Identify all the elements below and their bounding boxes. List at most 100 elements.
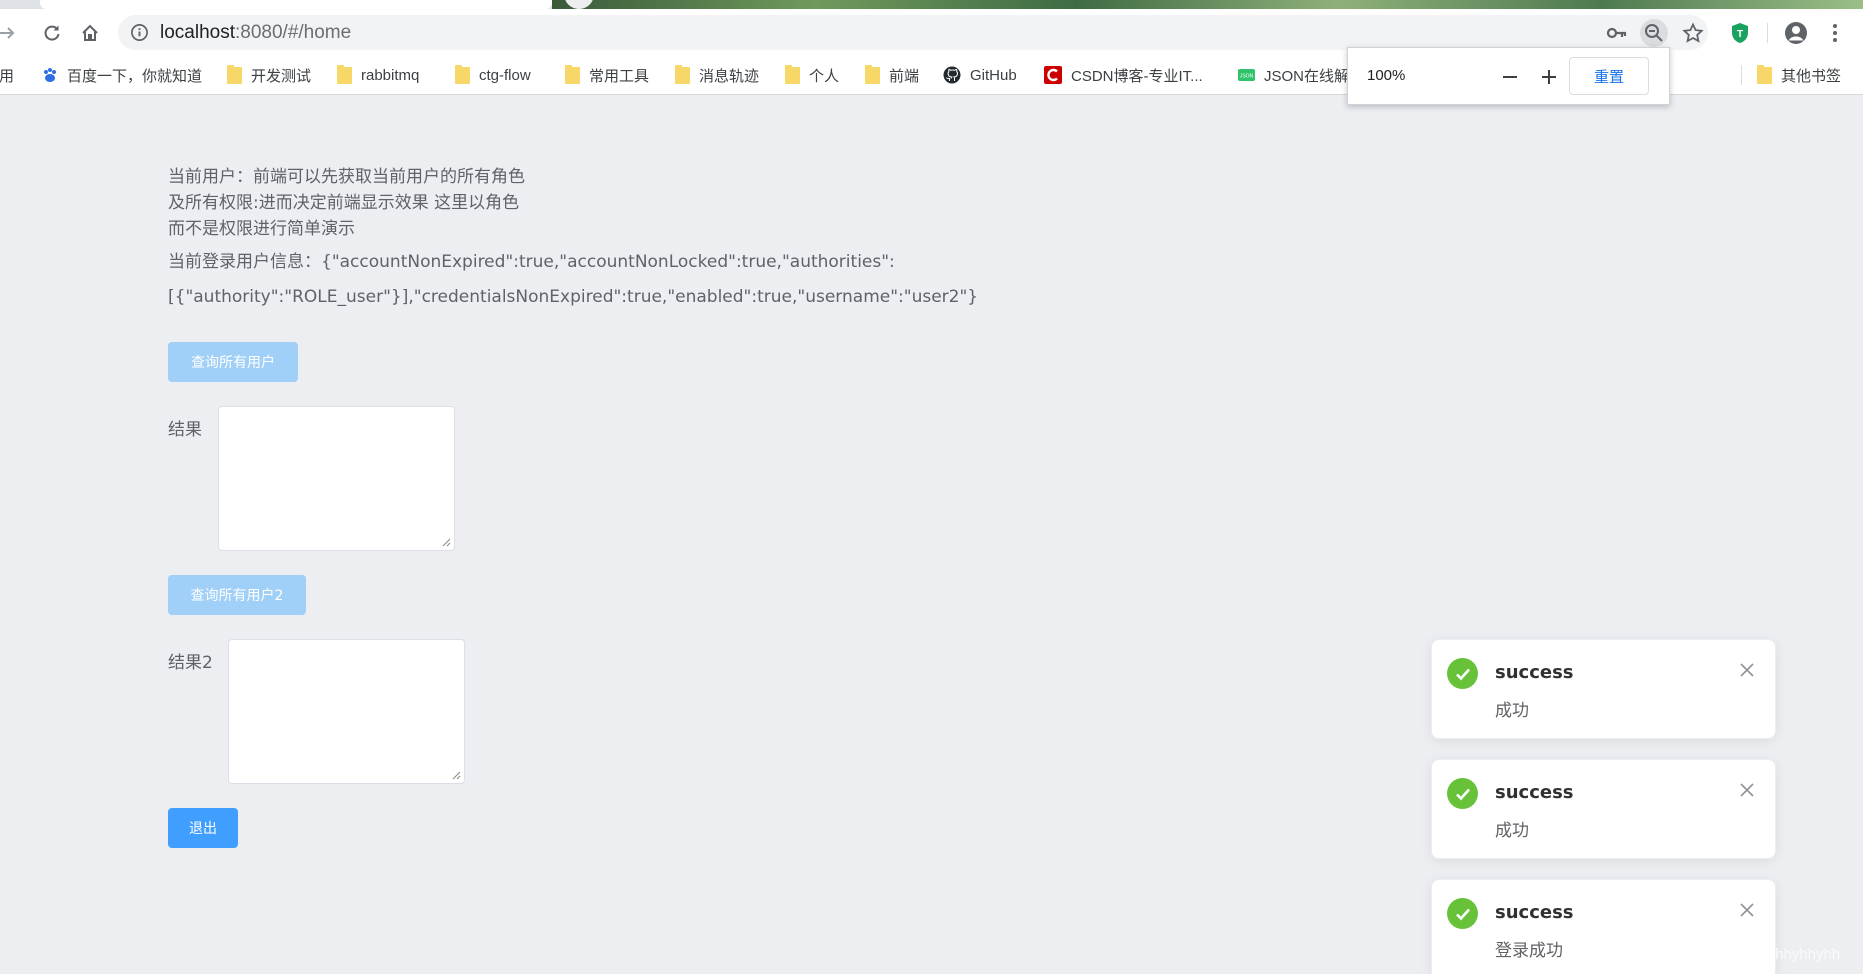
notification: success 成功 bbox=[1431, 759, 1776, 859]
folder-icon bbox=[337, 64, 352, 84]
result2-textarea[interactable] bbox=[228, 639, 465, 784]
result-textarea[interactable] bbox=[218, 406, 455, 551]
reload-button[interactable] bbox=[37, 18, 67, 48]
zoom-popup: 100% 重置 bbox=[1347, 47, 1670, 105]
user-info-line-2: [{"authority":"ROLE_user"}],"credentials… bbox=[168, 287, 979, 307]
folder-icon bbox=[785, 64, 800, 84]
description-line-3: 而不是权限进行简单演示 bbox=[168, 219, 355, 239]
success-check-icon bbox=[1447, 898, 1478, 929]
home-icon bbox=[82, 24, 98, 41]
watermark: https://blog.csdn.net/yhhyhhyhhyhh bbox=[1605, 946, 1841, 963]
resize-handle-icon[interactable] bbox=[452, 771, 461, 780]
svg-text:T: T bbox=[1737, 29, 1743, 40]
close-icon[interactable] bbox=[1739, 782, 1755, 798]
description-line-2: 及所有权限:进而决定前端显示效果 这里以角色 bbox=[168, 193, 520, 213]
account-circle-icon bbox=[1785, 22, 1807, 44]
notification-title: success bbox=[1495, 782, 1574, 803]
bookmark-label: 开发测试 bbox=[251, 67, 312, 85]
profile-button[interactable] bbox=[1781, 18, 1811, 48]
notification-title: success bbox=[1495, 662, 1574, 683]
key-icon bbox=[1606, 27, 1627, 39]
extension-button[interactable]: T bbox=[1725, 18, 1755, 48]
notification-message: 成功 bbox=[1495, 701, 1529, 721]
bookmark-folder-dev-test[interactable]: 开发测试 bbox=[227, 64, 311, 86]
csdn-icon bbox=[1044, 66, 1062, 84]
query-all-users-button[interactable]: 查询所有用户 bbox=[168, 342, 298, 382]
bookmark-baidu[interactable]: 百度一下，你就知道 bbox=[42, 64, 202, 86]
notification: success 成功 bbox=[1431, 639, 1776, 739]
close-icon[interactable] bbox=[1739, 902, 1755, 918]
result-label: 结果 bbox=[168, 420, 202, 440]
description-line-1: 当前用户：前端可以先获取当前用户的所有角色 bbox=[168, 167, 525, 187]
notification-title: success bbox=[1495, 902, 1574, 923]
bookmark-label: JSON在线解 bbox=[1264, 67, 1350, 85]
bookmark-folder-rabbitmq[interactable]: rabbitmq bbox=[337, 64, 419, 86]
user-info-line-1: 当前登录用户信息：{"accountNonExpired":true,"acco… bbox=[168, 252, 895, 272]
site-info-icon[interactable] bbox=[130, 23, 149, 46]
bookmark-csdn[interactable]: CSDN博客-专业IT... bbox=[1044, 64, 1203, 86]
star-icon bbox=[1682, 22, 1704, 43]
bookmark-label: CSDN博客-专业IT... bbox=[1071, 67, 1203, 85]
success-check-icon bbox=[1447, 658, 1478, 689]
address-bar[interactable]: localhost:8080/#/home bbox=[118, 15, 1708, 50]
zoom-level: 100% bbox=[1367, 67, 1406, 84]
bookmark-label: ctg-flow bbox=[479, 66, 531, 84]
forward-button[interactable] bbox=[0, 18, 22, 48]
success-check-icon bbox=[1447, 778, 1478, 809]
notification-message: 成功 bbox=[1495, 821, 1529, 841]
shield-extension-icon: T bbox=[1732, 23, 1748, 43]
zoom-button[interactable] bbox=[1640, 19, 1668, 47]
json-icon: JSON bbox=[1238, 69, 1255, 81]
bookmark-other[interactable]: 其他书签 bbox=[1757, 64, 1841, 86]
folder-icon bbox=[227, 64, 242, 84]
bookmark-json[interactable]: JSON JSON在线解 bbox=[1238, 64, 1349, 86]
folder-icon bbox=[675, 64, 690, 84]
bookmark-label: 其他书签 bbox=[1781, 67, 1842, 85]
folder-icon bbox=[865, 64, 880, 84]
result2-label: 结果2 bbox=[168, 653, 213, 673]
home-button[interactable] bbox=[75, 18, 105, 48]
zoom-out-icon bbox=[1645, 24, 1663, 42]
zoom-reset-button[interactable]: 重置 bbox=[1569, 57, 1649, 95]
close-icon[interactable] bbox=[1739, 662, 1755, 678]
folder-icon bbox=[1757, 64, 1772, 84]
bookmark-folder-ctg-flow[interactable]: ctg-flow bbox=[455, 64, 531, 86]
bookmark-folder-frontend[interactable]: 前端 bbox=[865, 64, 919, 86]
plus-icon bbox=[1542, 70, 1556, 84]
url-path: :8080/#/home bbox=[235, 22, 352, 43]
url-host: localhost bbox=[160, 22, 235, 43]
saved-passwords-button[interactable] bbox=[1603, 19, 1631, 47]
bookmark-label: GitHub bbox=[970, 66, 1017, 84]
background-tab[interactable] bbox=[552, 0, 1863, 9]
bookmark-label: 百度一下，你就知道 bbox=[67, 67, 203, 85]
bookmark-label: 个人 bbox=[809, 67, 840, 85]
resize-handle-icon[interactable] bbox=[442, 538, 451, 547]
bookmarks-divider bbox=[1741, 65, 1742, 85]
bookmark-apps[interactable]: 应用 bbox=[0, 64, 14, 86]
more-vert-icon bbox=[1833, 24, 1837, 42]
bookmark-folder-tools[interactable]: 常用工具 bbox=[565, 64, 649, 86]
folder-icon bbox=[565, 64, 580, 84]
bookmark-label: 常用工具 bbox=[589, 67, 650, 85]
bookmark-folder-personal[interactable]: 个人 bbox=[785, 64, 839, 86]
bookmark-github[interactable]: GitHub bbox=[943, 64, 1017, 86]
github-icon bbox=[943, 66, 961, 84]
baidu-icon bbox=[44, 68, 56, 82]
toolbar-divider bbox=[1767, 23, 1768, 43]
bookmark-label: 前端 bbox=[889, 67, 920, 85]
bookmark-label: 应用 bbox=[0, 67, 15, 85]
logout-button[interactable]: 退出 bbox=[168, 808, 238, 848]
reload-icon bbox=[44, 25, 60, 41]
url-text[interactable]: localhost:8080/#/home bbox=[160, 22, 351, 44]
bookmark-star-button[interactable] bbox=[1679, 19, 1707, 47]
folder-icon bbox=[455, 64, 470, 84]
notification-message: 登录成功 bbox=[1495, 941, 1563, 961]
bookmark-label: 消息轨迹 bbox=[699, 67, 760, 85]
bookmark-folder-message-trace[interactable]: 消息轨迹 bbox=[675, 64, 759, 86]
zoom-in-button[interactable] bbox=[1534, 62, 1564, 92]
query-all-users-2-button[interactable]: 查询所有用户2 bbox=[168, 575, 306, 615]
menu-button[interactable] bbox=[1820, 18, 1850, 48]
active-tab[interactable] bbox=[40, 0, 552, 9]
zoom-out-button[interactable] bbox=[1495, 62, 1525, 92]
tab-strip bbox=[0, 0, 1863, 9]
